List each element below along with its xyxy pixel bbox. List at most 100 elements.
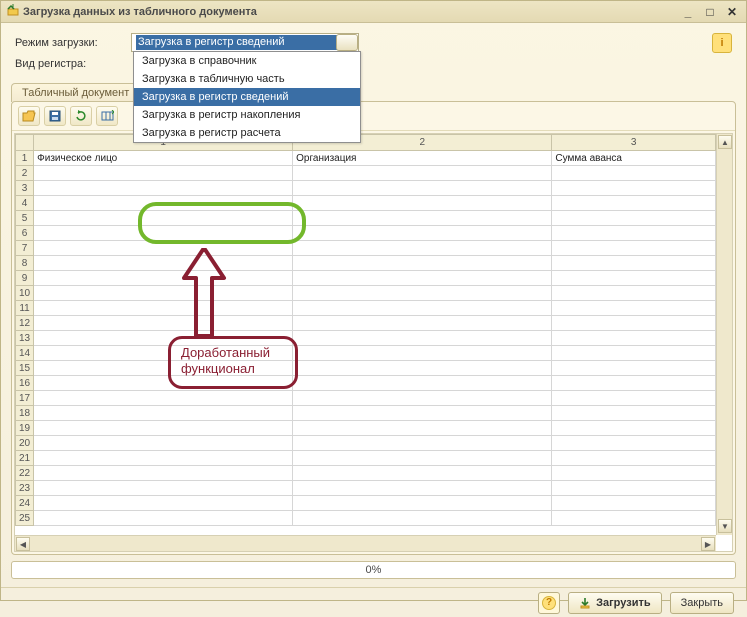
grid-cell[interactable] [552, 451, 716, 466]
mode-option[interactable]: Загрузка в справочник [134, 52, 360, 70]
scroll-up-icon[interactable]: ▲ [718, 135, 732, 149]
grid-cell[interactable] [552, 466, 716, 481]
grid-cell[interactable] [552, 256, 716, 271]
mode-select[interactable]: Загрузка в регистр сведений [131, 33, 359, 52]
mode-option[interactable]: Загрузка в регистр расчета [134, 124, 360, 142]
grid-cell[interactable] [34, 511, 293, 526]
horizontal-scrollbar[interactable]: ◀ ▶ [15, 535, 716, 551]
vertical-scrollbar[interactable]: ▲ ▼ [716, 134, 732, 535]
grid-cell[interactable] [34, 466, 293, 481]
grid-cell[interactable] [552, 271, 716, 286]
row-number[interactable]: 8 [16, 256, 34, 271]
grid-cell[interactable] [293, 226, 552, 241]
refresh-button[interactable] [70, 106, 92, 126]
row-number[interactable]: 7 [16, 241, 34, 256]
grid-cell[interactable] [34, 316, 293, 331]
row-number[interactable]: 3 [16, 181, 34, 196]
grid-cell[interactable] [293, 211, 552, 226]
grid-cell[interactable] [293, 421, 552, 436]
grid-cell[interactable] [552, 421, 716, 436]
minimize-button[interactable]: _ [680, 5, 696, 19]
row-number[interactable]: 21 [16, 451, 34, 466]
row-number[interactable]: 6 [16, 226, 34, 241]
grid-cell[interactable] [34, 481, 293, 496]
row-number[interactable]: 2 [16, 166, 34, 181]
column-header-cell[interactable]: Физическое лицо [34, 151, 293, 166]
grid-cell[interactable] [34, 211, 293, 226]
grid-cell[interactable] [293, 376, 552, 391]
row-number[interactable]: 9 [16, 271, 34, 286]
row-number[interactable]: 11 [16, 301, 34, 316]
row-number[interactable]: 19 [16, 421, 34, 436]
grid-cell[interactable] [552, 286, 716, 301]
row-number[interactable]: 24 [16, 496, 34, 511]
row-number[interactable]: 17 [16, 391, 34, 406]
grid-cell[interactable] [34, 226, 293, 241]
grid-cell[interactable] [34, 451, 293, 466]
grid-cell[interactable] [293, 406, 552, 421]
grid-cell[interactable] [293, 181, 552, 196]
row-number[interactable]: 1 [16, 151, 34, 166]
column-header-cell[interactable]: Сумма аванса [552, 151, 716, 166]
grid-cell[interactable] [552, 226, 716, 241]
grid-cell[interactable] [552, 346, 716, 361]
close-button[interactable]: Закрыть [670, 592, 734, 614]
grid-cell[interactable] [293, 346, 552, 361]
grid-cell[interactable] [34, 391, 293, 406]
open-button[interactable] [18, 106, 40, 126]
grid-cell[interactable] [34, 376, 293, 391]
row-number[interactable]: 5 [16, 211, 34, 226]
grid-cell[interactable] [34, 256, 293, 271]
grid-cell[interactable] [293, 361, 552, 376]
grid-cell[interactable] [34, 181, 293, 196]
grid-cell[interactable] [34, 496, 293, 511]
grid-cell[interactable] [293, 451, 552, 466]
grid-cell[interactable] [293, 436, 552, 451]
row-number[interactable]: 23 [16, 481, 34, 496]
grid-cell[interactable] [34, 421, 293, 436]
scroll-down-icon[interactable]: ▼ [718, 519, 732, 533]
row-number[interactable]: 10 [16, 286, 34, 301]
grid-cell[interactable] [293, 166, 552, 181]
grid-cell[interactable] [34, 286, 293, 301]
mode-select-dropdown-button[interactable] [336, 34, 358, 51]
grid-cell[interactable] [552, 391, 716, 406]
row-number[interactable]: 14 [16, 346, 34, 361]
grid-cell[interactable] [293, 331, 552, 346]
help-icon[interactable]: i [712, 33, 732, 53]
grid-cell[interactable] [552, 511, 716, 526]
mode-select-dropdown[interactable]: Загрузка в справочникЗагрузка в табличну… [133, 51, 361, 143]
mode-option[interactable]: Загрузка в регистр накопления [134, 106, 360, 124]
row-number[interactable]: 15 [16, 361, 34, 376]
grid-cell[interactable] [293, 316, 552, 331]
grid-cell[interactable] [552, 196, 716, 211]
grid-cell[interactable] [552, 406, 716, 421]
grid-cell[interactable] [293, 241, 552, 256]
grid-cell[interactable] [552, 301, 716, 316]
grid-cell[interactable] [552, 331, 716, 346]
grid-cell[interactable] [552, 436, 716, 451]
row-number[interactable]: 22 [16, 466, 34, 481]
mode-option[interactable]: Загрузка в регистр сведений [134, 88, 360, 106]
scroll-right-icon[interactable]: ▶ [701, 537, 715, 551]
column-header-cell[interactable]: Организация [293, 151, 552, 166]
grid-cell[interactable] [552, 181, 716, 196]
grid-cell[interactable] [34, 271, 293, 286]
maximize-button[interactable]: □ [702, 5, 718, 19]
mode-option[interactable]: Загрузка в табличную часть [134, 70, 360, 88]
footer-help-button[interactable]: ? [538, 592, 560, 614]
save-button[interactable] [44, 106, 66, 126]
columns-button[interactable] [96, 106, 118, 126]
grid-cell[interactable] [293, 466, 552, 481]
grid-cell[interactable] [34, 301, 293, 316]
grid-cell[interactable] [552, 361, 716, 376]
grid-cell[interactable] [293, 496, 552, 511]
grid-cell[interactable] [34, 196, 293, 211]
grid-cell[interactable] [552, 376, 716, 391]
grid-cell[interactable] [34, 436, 293, 451]
row-number[interactable]: 16 [16, 376, 34, 391]
row-number[interactable]: 25 [16, 511, 34, 526]
grid-cell[interactable] [552, 166, 716, 181]
grid-cell[interactable] [293, 481, 552, 496]
grid-cell[interactable] [552, 496, 716, 511]
